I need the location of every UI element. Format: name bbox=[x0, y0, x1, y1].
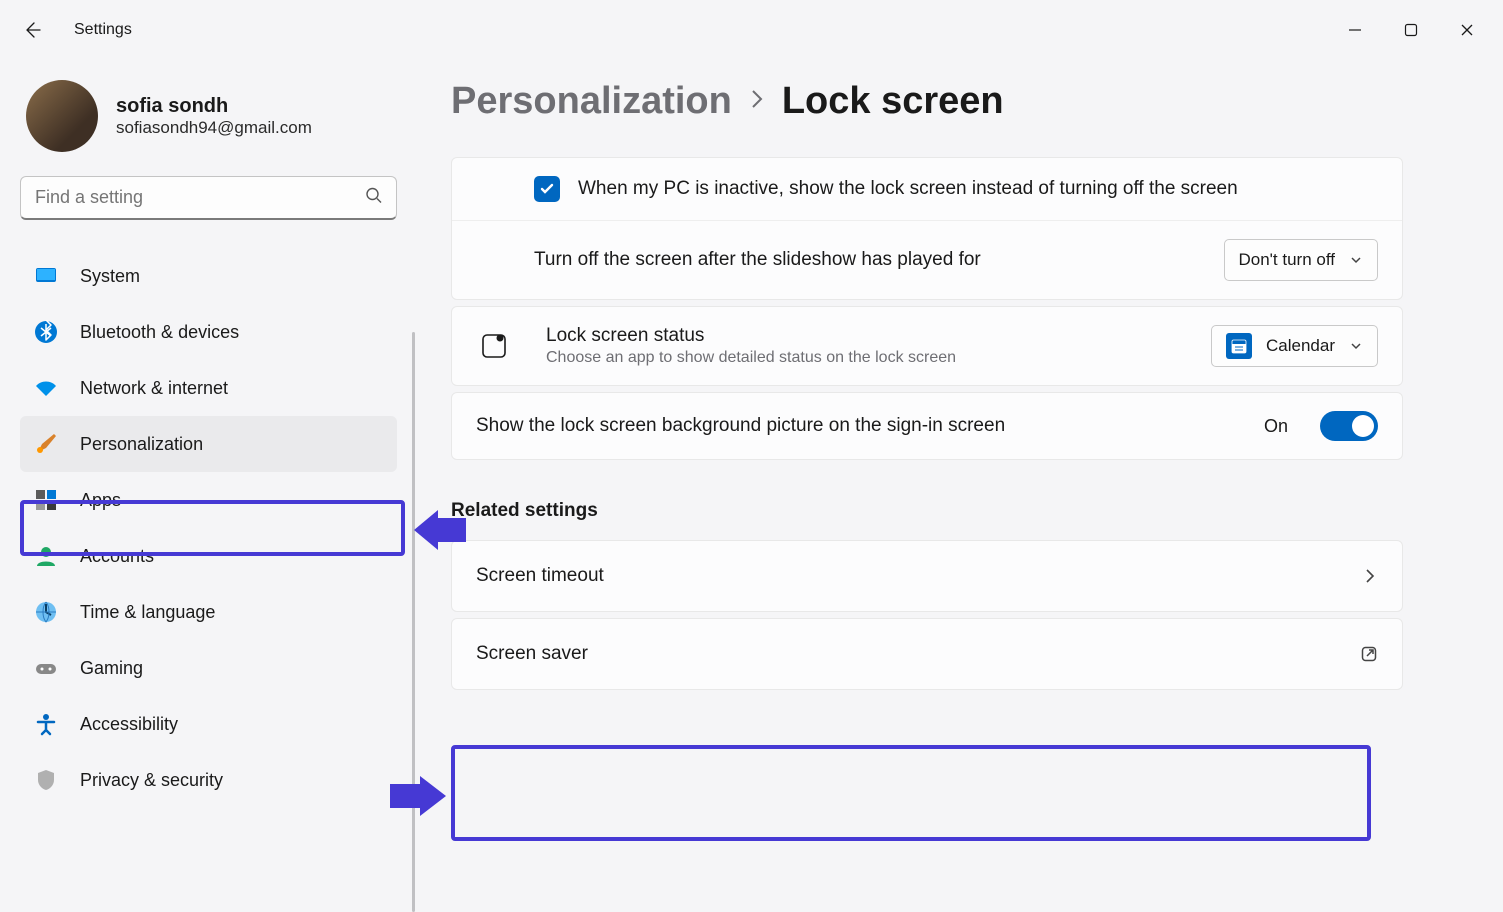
related-screen-timeout[interactable]: Screen timeout bbox=[451, 540, 1403, 612]
profile-email: sofiasondh94@gmail.com bbox=[116, 118, 312, 138]
chevron-down-icon bbox=[1349, 253, 1363, 267]
monitor-icon bbox=[34, 264, 58, 288]
chevron-down-icon bbox=[1349, 339, 1363, 353]
setting-title: Lock screen status bbox=[546, 325, 1193, 347]
breadcrumb-parent[interactable]: Personalization bbox=[451, 80, 732, 123]
back-arrow-icon bbox=[22, 20, 42, 40]
setting-subtitle: Choose an app to show detailed status on… bbox=[546, 349, 1193, 367]
close-icon bbox=[1460, 23, 1474, 37]
toggle-state-label: On bbox=[1264, 416, 1288, 437]
search-input[interactable] bbox=[20, 176, 397, 220]
search-icon bbox=[365, 187, 383, 210]
setting-inactive-lockscreen[interactable]: When my PC is inactive, show the lock sc… bbox=[452, 158, 1402, 220]
sidebar-item-label: Accounts bbox=[80, 546, 154, 567]
bluetooth-icon bbox=[34, 320, 58, 344]
minimize-button[interactable] bbox=[1331, 10, 1379, 50]
sidebar-item-apps[interactable]: Apps bbox=[20, 472, 397, 528]
setting-label: When my PC is inactive, show the lock sc… bbox=[578, 178, 1378, 200]
sidebar-item-network[interactable]: Network & internet bbox=[20, 360, 397, 416]
apps-icon bbox=[34, 488, 58, 512]
sidebar-item-accounts[interactable]: Accounts bbox=[20, 528, 397, 584]
sidebar-item-label: Accessibility bbox=[80, 714, 178, 735]
sidebar-item-label: Time & language bbox=[80, 602, 215, 623]
calendar-icon bbox=[1226, 333, 1252, 359]
sidebar-item-system[interactable]: System bbox=[20, 248, 397, 304]
sidebar-item-label: Network & internet bbox=[80, 378, 228, 399]
sidebar-item-label: Bluetooth & devices bbox=[80, 322, 239, 343]
link-label: Screen timeout bbox=[476, 565, 604, 587]
profile-name: sofia sondh bbox=[116, 95, 312, 118]
sidebar-item-label: System bbox=[80, 266, 140, 287]
breadcrumb: Personalization Lock screen bbox=[451, 80, 1403, 123]
setting-label: Turn off the screen after the slideshow … bbox=[534, 249, 1206, 271]
setting-turnoff-after: Turn off the screen after the slideshow … bbox=[452, 220, 1402, 299]
signin-bg-toggle[interactable] bbox=[1320, 411, 1378, 441]
app-title: Settings bbox=[74, 21, 132, 39]
dropdown-value: Don't turn off bbox=[1239, 250, 1336, 270]
sidebar-item-label: Gaming bbox=[80, 658, 143, 679]
profile-block[interactable]: sofia sondh sofiasondh94@gmail.com bbox=[20, 78, 397, 176]
sidebar-item-label: Privacy & security bbox=[80, 770, 223, 791]
sidebar-item-bluetooth[interactable]: Bluetooth & devices bbox=[20, 304, 397, 360]
back-button[interactable] bbox=[12, 10, 52, 50]
sidebar-scrollbar[interactable] bbox=[412, 332, 415, 912]
sidebar-item-accessibility[interactable]: Accessibility bbox=[20, 696, 397, 752]
sidebar-item-time[interactable]: Time & language bbox=[20, 584, 397, 640]
paintbrush-icon bbox=[34, 432, 58, 456]
breadcrumb-current: Lock screen bbox=[782, 80, 1004, 123]
person-icon bbox=[34, 544, 58, 568]
sidebar-item-label: Apps bbox=[80, 490, 121, 511]
sidebar-item-privacy[interactable]: Privacy & security bbox=[20, 752, 397, 808]
setting-signin-background: Show the lock screen background picture … bbox=[452, 393, 1402, 459]
status-app-dropdown[interactable]: Calendar bbox=[1211, 325, 1378, 367]
chevron-right-icon bbox=[750, 88, 764, 116]
related-screen-saver[interactable]: Screen saver bbox=[451, 618, 1403, 690]
external-link-icon bbox=[1360, 645, 1378, 663]
maximize-icon bbox=[1404, 23, 1418, 37]
sidebar-item-gaming[interactable]: Gaming bbox=[20, 640, 397, 696]
wifi-icon bbox=[34, 376, 58, 400]
toggle-knob-icon bbox=[1352, 415, 1374, 437]
dropdown-value: Calendar bbox=[1266, 336, 1335, 356]
minimize-icon bbox=[1348, 23, 1362, 37]
status-app-icon bbox=[476, 328, 512, 364]
accessibility-icon bbox=[34, 712, 58, 736]
setting-lockscreen-status: Lock screen status Choose an app to show… bbox=[452, 307, 1402, 385]
gamepad-icon bbox=[34, 656, 58, 680]
shield-icon bbox=[34, 768, 58, 792]
close-button[interactable] bbox=[1443, 10, 1491, 50]
avatar bbox=[26, 80, 98, 152]
clock-globe-icon bbox=[34, 600, 58, 624]
checkbox-checked-icon[interactable] bbox=[534, 176, 560, 202]
chevron-right-icon bbox=[1362, 568, 1378, 584]
sidebar-item-personalization[interactable]: Personalization bbox=[20, 416, 397, 472]
link-label: Screen saver bbox=[476, 643, 588, 665]
turnoff-dropdown[interactable]: Don't turn off bbox=[1224, 239, 1379, 281]
sidebar-item-label: Personalization bbox=[80, 434, 203, 455]
setting-label: Show the lock screen background picture … bbox=[476, 415, 1246, 437]
related-settings-heading: Related settings bbox=[451, 500, 1403, 522]
maximize-button[interactable] bbox=[1387, 10, 1435, 50]
